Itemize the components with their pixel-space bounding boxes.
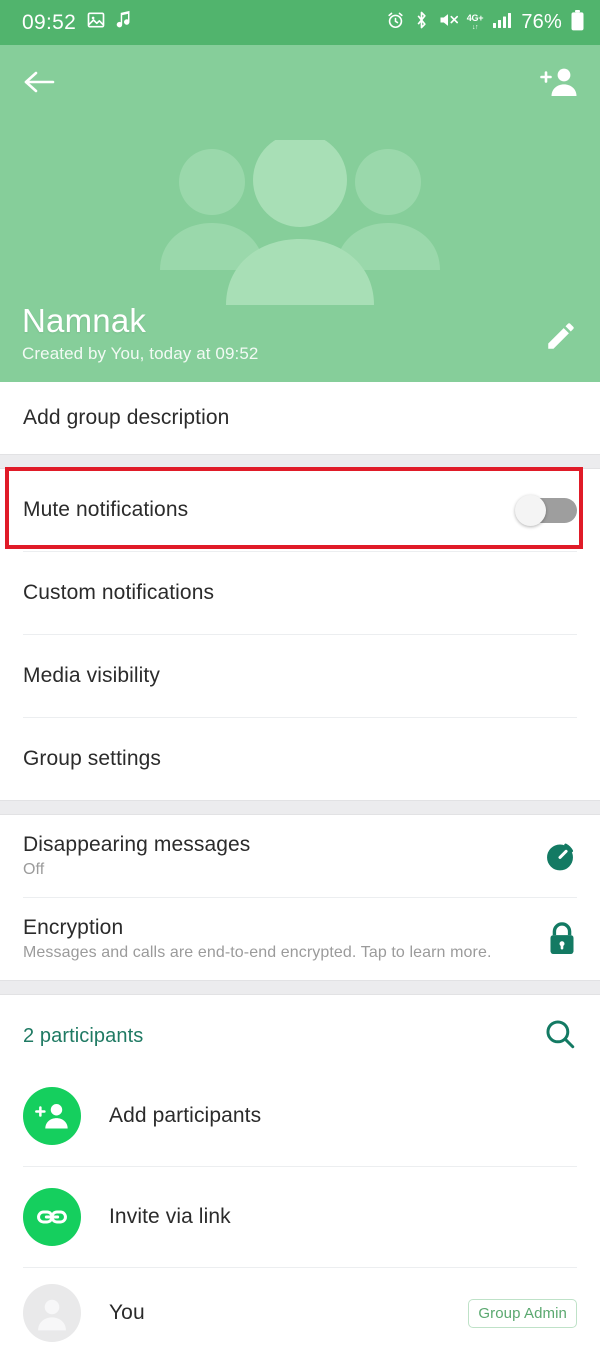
- page-title: Namnak: [22, 302, 147, 340]
- data-arrows-icon: ↓↑: [472, 24, 479, 31]
- mute-notifications-row[interactable]: Mute notifications: [0, 469, 600, 551]
- add-person-icon: [35, 1104, 68, 1129]
- group-header: Namnak Created by You, today at 09:52: [0, 45, 600, 382]
- status-bar-left: 09:52: [22, 10, 132, 35]
- description-section: Add group description: [0, 382, 600, 454]
- participants-count: 2 participants: [23, 1025, 144, 1047]
- row-text: Media visibility: [23, 664, 577, 688]
- row-text: Group settings: [23, 747, 577, 771]
- status-bar-right: 4G+ ↓↑ 76%: [386, 9, 584, 36]
- music-note-icon: [116, 10, 132, 35]
- avatar: [23, 1284, 81, 1342]
- group-avatar[interactable]: [0, 140, 600, 305]
- encryption-title: Encryption: [23, 916, 124, 939]
- row-text: Mute notifications: [23, 498, 501, 522]
- image-icon: [86, 10, 106, 35]
- section-divider: [0, 454, 600, 469]
- mute-notifications-toggle[interactable]: [515, 495, 577, 526]
- bluetooth-icon: [414, 10, 429, 35]
- add-group-description-label: Add group description: [23, 406, 230, 429]
- search-icon[interactable]: [543, 1017, 577, 1056]
- custom-notifications-row[interactable]: Custom notifications: [0, 552, 600, 634]
- disappearing-messages-title: Disappearing messages: [23, 833, 251, 856]
- row-control: [515, 495, 577, 526]
- pencil-icon[interactable]: [544, 319, 578, 364]
- timer-icon: [543, 839, 577, 873]
- group-created-info: Created by You, today at 09:52: [22, 344, 259, 363]
- link-icon: [37, 1210, 67, 1224]
- settings-section: Mute notifications Custom notifications …: [0, 467, 600, 800]
- toggle-knob: [515, 495, 546, 526]
- encryption-subtitle: Messages and calls are end-to-end encryp…: [23, 944, 492, 961]
- lock-icon: [547, 922, 577, 956]
- back-arrow-icon[interactable]: [22, 67, 56, 102]
- row-text: Disappearing messages Off: [23, 833, 529, 879]
- disappearing-messages-row[interactable]: Disappearing messages Off: [0, 815, 600, 897]
- participants-section: 2 participants Add participants Invite v: [0, 995, 600, 1358]
- status-bar-clock: 09:52: [22, 10, 77, 34]
- add-participants-row[interactable]: Add participants: [0, 1066, 600, 1166]
- invite-via-link-row[interactable]: Invite via link: [0, 1167, 600, 1267]
- group-title-text: Namnak Created by You, today at 09:52: [22, 304, 258, 364]
- mute-notifications-label: Mute notifications: [23, 498, 189, 521]
- add-group-description-row[interactable]: Add group description: [0, 382, 600, 454]
- section-divider: [0, 800, 600, 815]
- add-person-avatar: [23, 1087, 81, 1145]
- media-visibility-label: Media visibility: [23, 664, 160, 687]
- header-toolbar: [0, 45, 600, 123]
- encryption-row[interactable]: Encryption Messages and calls are end-to…: [0, 898, 600, 980]
- status-bar: 09:52 4G+ ↓↑ 76%: [0, 0, 600, 45]
- network-4g-icon: 4G+ ↓↑: [466, 13, 484, 32]
- media-visibility-row[interactable]: Media visibility: [0, 635, 600, 717]
- mute-icon: [438, 10, 458, 35]
- link-avatar: [23, 1188, 81, 1246]
- add-person-icon[interactable]: [540, 66, 578, 103]
- disappearing-messages-subtitle: Off: [23, 861, 45, 878]
- row-text: Custom notifications: [23, 581, 577, 605]
- you-participant-row[interactable]: You Group Admin: [0, 1268, 600, 1358]
- group-title-block: Namnak Created by You, today at 09:52: [22, 304, 578, 364]
- row-text: Encryption Messages and calls are end-to…: [23, 916, 533, 962]
- status-badge: Group Admin: [468, 1298, 577, 1328]
- invite-via-link-label: Invite via link: [109, 1205, 231, 1228]
- add-participants-label: Add participants: [109, 1104, 262, 1127]
- group-settings-label: Group settings: [23, 747, 161, 770]
- network-label: 4G+: [466, 13, 484, 23]
- battery-percent: 76%: [521, 11, 562, 33]
- row-text: Add group description: [23, 406, 577, 430]
- privacy-section: Disappearing messages Off Encryption Mes…: [0, 815, 600, 980]
- signal-bars-icon: [492, 11, 512, 34]
- you-label: You: [109, 1301, 145, 1324]
- group-settings-row[interactable]: Group settings: [0, 718, 600, 800]
- participants-header: 2 participants: [0, 995, 600, 1066]
- battery-icon: [571, 9, 584, 36]
- alarm-icon: [386, 11, 405, 35]
- custom-notifications-label: Custom notifications: [23, 581, 215, 604]
- group-people-icon: [160, 140, 440, 305]
- section-divider: [0, 980, 600, 995]
